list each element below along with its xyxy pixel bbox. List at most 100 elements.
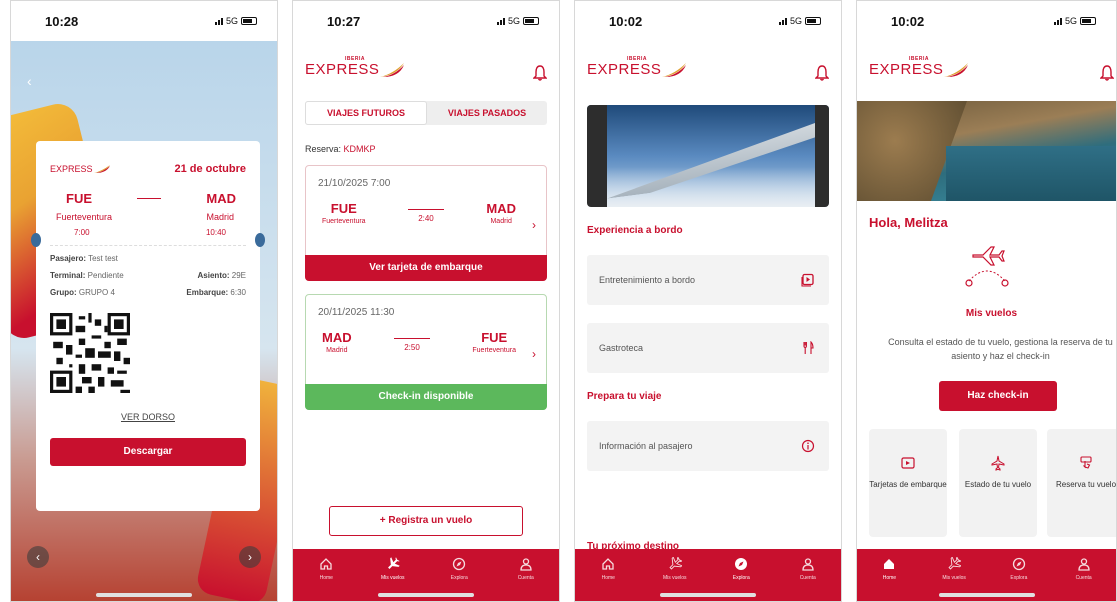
status-icons: 5G xyxy=(778,16,821,26)
checkin-button[interactable]: Check-in disponible xyxy=(305,384,547,410)
origin-code: FUE xyxy=(66,191,92,206)
status-bar: 10:28 5G xyxy=(11,1,277,41)
home-indicator xyxy=(378,593,474,597)
tab-cuenta[interactable]: Cuenta xyxy=(501,557,551,601)
section-title: Prepara tu viaje xyxy=(587,391,662,402)
user-icon xyxy=(520,558,532,571)
signal-icon xyxy=(778,17,787,25)
tile-estado-vuelo[interactable]: Estado de tu vuelo xyxy=(959,429,1037,537)
gastroteca-row[interactable]: Gastroteca xyxy=(587,323,829,373)
tap-icon xyxy=(1080,456,1092,469)
signal-icon xyxy=(496,17,505,25)
compass-icon xyxy=(735,558,748,570)
flight-card[interactable]: 21/10/2025 7:00 FUE Fuerteventura 2:40 MA… xyxy=(305,165,547,281)
seat-value: 29E xyxy=(231,271,246,280)
boarding-time: 6:30 xyxy=(230,288,246,297)
arrival-time: 10:40 xyxy=(205,228,226,237)
logo-swoosh-icon xyxy=(662,63,687,77)
screen-boarding-pass: 10:28 5G ‹ EXPRESS 21 de octubre FUE MAD… xyxy=(10,0,278,602)
register-flight-button[interactable]: + Registra un vuelo xyxy=(329,506,523,536)
plane-route-icon xyxy=(965,246,1009,287)
bell-icon[interactable] xyxy=(815,65,829,81)
download-button[interactable]: Descargar xyxy=(50,438,246,466)
screen-home: 10:02 5G IBERIA EXPRESS Hola, Melitza Mi… xyxy=(856,0,1117,602)
hero-image-wing xyxy=(587,105,829,207)
fork-knife-icon xyxy=(803,341,814,354)
prev-chevron-icon[interactable]: ‹ xyxy=(27,546,49,568)
user-icon xyxy=(1077,558,1090,571)
battery-icon xyxy=(523,17,539,25)
status-time: 10:27 xyxy=(327,13,361,29)
compass-icon xyxy=(1012,557,1026,571)
boarding-pass-button[interactable]: Ver tarjeta de embarque xyxy=(305,255,547,281)
chevron-right-icon: › xyxy=(532,218,536,232)
flight-from: MAD xyxy=(322,330,352,345)
flight-duration: 2:40 xyxy=(407,209,444,223)
flight-card[interactable]: 20/11/2025 11:30 MAD Madrid 2:50 FUE Fuert… xyxy=(305,294,547,410)
plane-icon xyxy=(387,557,400,569)
mis-vuelos-description: Consulta el estado de tu vuelo, gestiona… xyxy=(888,337,1113,361)
flight-datetime: 21/10/2025 7:00 xyxy=(318,178,391,189)
brand-logo: IBERIA EXPRESS xyxy=(587,56,687,78)
flight-duration: 2:50 xyxy=(394,338,430,352)
logo-swoosh-icon xyxy=(944,63,969,77)
qr-code xyxy=(50,313,130,393)
status-bar: 10:02 5G xyxy=(857,1,1116,41)
home-indicator xyxy=(938,593,1035,597)
tile-reserva-vuelo[interactable]: Reserva tu vuelo xyxy=(1047,429,1116,537)
info-pasajero-row[interactable]: Información al pasajero xyxy=(587,421,829,471)
reservation-code: Reserva: KDMKP xyxy=(305,144,376,154)
bell-icon[interactable] xyxy=(1100,65,1114,81)
status-icons: 5G xyxy=(214,16,257,26)
plane-icon xyxy=(948,557,962,570)
logo-swoosh-icon xyxy=(380,63,405,77)
info-icon xyxy=(801,439,815,453)
brand-logo: IBERIA EXPRESS xyxy=(305,56,405,78)
trips-tabs: VIAJES FUTUROS VIAJES PASADOS xyxy=(305,101,547,125)
tab-cuenta[interactable]: Cuenta xyxy=(1059,557,1109,601)
plane-icon xyxy=(669,557,682,570)
back-chevron-icon[interactable]: ‹ xyxy=(27,73,32,89)
play-icon xyxy=(801,273,814,287)
mis-vuelos-title: Mis vuelos xyxy=(965,308,1018,319)
status-time: 10:02 xyxy=(609,13,643,29)
checkin-button[interactable]: Haz check-in xyxy=(939,381,1057,411)
tile-tarjetas-embarque[interactable]: Tarjetas de embarque xyxy=(869,429,947,537)
hero-image-coast xyxy=(857,101,1116,201)
entretenimiento-row[interactable]: Entretenimiento a bordo xyxy=(587,255,829,305)
origin-city: Fuerteventura xyxy=(56,212,113,222)
group-value: GRUPO 4 xyxy=(78,288,115,297)
dest-city: Madrid xyxy=(206,212,234,222)
section-title: Experiencia a bordo xyxy=(587,225,683,236)
battery-icon xyxy=(241,17,257,25)
home-icon xyxy=(884,559,895,569)
home-icon xyxy=(320,558,332,570)
flight-from: FUE xyxy=(330,201,357,216)
greeting: Hola, Melitza xyxy=(869,215,948,230)
home-indicator xyxy=(96,593,192,597)
tab-viajes-futuros[interactable]: VIAJES FUTUROS xyxy=(305,101,427,125)
plane-status-icon xyxy=(991,455,1005,471)
status-icons: 5G xyxy=(496,16,539,26)
battery-icon xyxy=(1080,17,1096,25)
tab-home[interactable]: Home xyxy=(301,557,351,601)
logo-swoosh-icon xyxy=(93,165,110,173)
status-icons: 5G xyxy=(1053,16,1096,26)
tab-home[interactable]: Home xyxy=(583,557,633,601)
brand-logo: IBERIA EXPRESS xyxy=(869,56,969,78)
tab-viajes-pasados[interactable]: VIAJES PASADOS xyxy=(427,101,547,125)
terminal-value: Pendiente xyxy=(87,271,124,280)
tab-home[interactable]: Home xyxy=(864,557,914,601)
next-chevron-icon[interactable]: › xyxy=(239,546,261,568)
boarding-pass-card: EXPRESS 21 de octubre FUE MAD Fuertevent… xyxy=(31,141,265,511)
signal-icon xyxy=(1053,17,1062,25)
passenger-name: Test test xyxy=(88,254,118,263)
ver-dorso-link[interactable]: VER DORSO xyxy=(50,412,246,422)
flight-date: 21 de octubre xyxy=(174,163,246,175)
signal-icon xyxy=(214,17,223,25)
flight-to: FUE xyxy=(481,330,508,345)
bell-icon[interactable] xyxy=(533,65,547,81)
home-icon xyxy=(602,558,614,570)
chevron-right-icon: › xyxy=(532,347,536,361)
tab-cuenta[interactable]: Cuenta xyxy=(783,557,833,601)
